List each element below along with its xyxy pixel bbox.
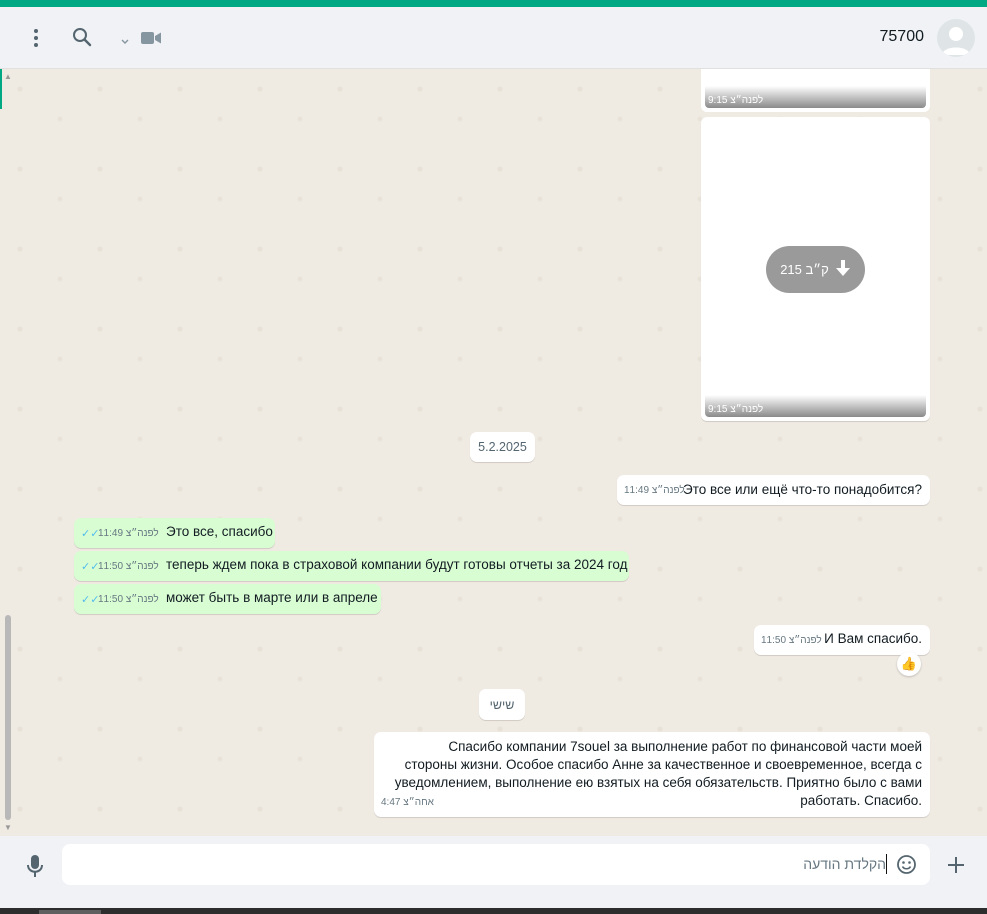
message-text: Это все, спасибо: [166, 524, 273, 539]
download-icon: [835, 259, 851, 280]
message-bubble[interactable]: Это все или ещё что-то понадобится? 11:4…: [617, 475, 930, 505]
message-time: 11:50 לפנה״צ: [98, 561, 159, 572]
text-caret: [885, 854, 887, 874]
message-bubble[interactable]: ✓✓ 11:50 לפנה״צ может быть в марте или в…: [74, 584, 381, 614]
day-separator: שישי: [479, 689, 525, 720]
sticker-icon[interactable]: [896, 854, 917, 880]
scrollbar-thumb[interactable]: [5, 615, 11, 820]
message-time: 11:50 לפנה״צ: [98, 594, 159, 605]
chat-header: 75700: [0, 7, 987, 69]
message-text: Спасибо компании 7souel за выполнение ра…: [394, 739, 922, 808]
avatar[interactable]: [937, 19, 975, 57]
chevron-down-icon[interactable]: [120, 33, 130, 51]
message-text: теперь ждем пока в страховой компании бу…: [166, 557, 628, 572]
app-top-accent-bar: [0, 0, 987, 7]
video-call-icon[interactable]: [140, 30, 162, 51]
media-message[interactable]: 9:15 לפנה״צ: [701, 69, 930, 112]
message-bubble[interactable]: ✓✓ 11:50 לפנה״צ теперь ждем пока в страх…: [74, 551, 629, 581]
mic-icon[interactable]: [26, 854, 44, 883]
message-time: 11:49 לפנה״צ: [624, 485, 685, 496]
left-accent-edge: [0, 69, 2, 109]
menu-icon[interactable]: [28, 26, 44, 55]
thumbs-up-reaction[interactable]: 👍: [897, 652, 921, 676]
read-ticks-icon: ✓✓: [81, 594, 100, 606]
read-ticks-icon: ✓✓: [81, 561, 100, 573]
search-icon[interactable]: [71, 26, 93, 53]
message-bubble[interactable]: ✓✓ 11:49 לפנה״צ Это все, спасибо: [74, 518, 275, 548]
message-text: И Вам спасибо.: [824, 631, 922, 646]
read-ticks-icon: ✓✓: [81, 528, 100, 540]
scroll-up-arrow[interactable]: ▲: [4, 72, 12, 81]
message-text: может быть в марте или в апреле: [166, 590, 378, 605]
message-composer-bar: הקלדת הודעה: [0, 836, 987, 908]
file-size: 215 ק״ב: [780, 262, 829, 277]
message-input-placeholder: הקלדת הודעה: [803, 856, 886, 872]
message-time: 9:15 לפנה״צ: [708, 95, 764, 106]
message-bubble[interactable]: Спасибо компании 7souel за выполнение ра…: [374, 732, 930, 817]
date-separator: 5.2.2025: [470, 432, 535, 462]
message-time: 11:50 לפנה״צ: [761, 635, 822, 646]
download-button[interactable]: 215 ק״ב: [766, 246, 865, 293]
message-text: Это все или ещё что-то понадобится?: [682, 482, 922, 497]
chat-area[interactable]: ▲ ▼ 9:15 לפנה״צ 215 ק״ב 9:15 לפנה״צ 5.2.…: [0, 69, 987, 836]
taskbar-segment: [39, 910, 101, 914]
scroll-down-arrow[interactable]: ▼: [4, 823, 12, 832]
message-time: 4:47 אחה״צ: [381, 797, 434, 808]
window-bottom-bar: [0, 908, 987, 914]
contact-name[interactable]: 75700: [880, 28, 925, 46]
message-time: 9:15 לפנה״צ: [708, 404, 764, 415]
media-message[interactable]: 215 ק״ב 9:15 לפנה״צ: [701, 117, 930, 421]
message-input[interactable]: הקלדת הודעה: [62, 844, 930, 885]
message-time: 11:49 לפנה״צ: [98, 528, 159, 539]
message-bubble[interactable]: 11:50 לפנה״צ И Вам спасибо.: [754, 625, 930, 655]
plus-icon[interactable]: [945, 854, 967, 881]
